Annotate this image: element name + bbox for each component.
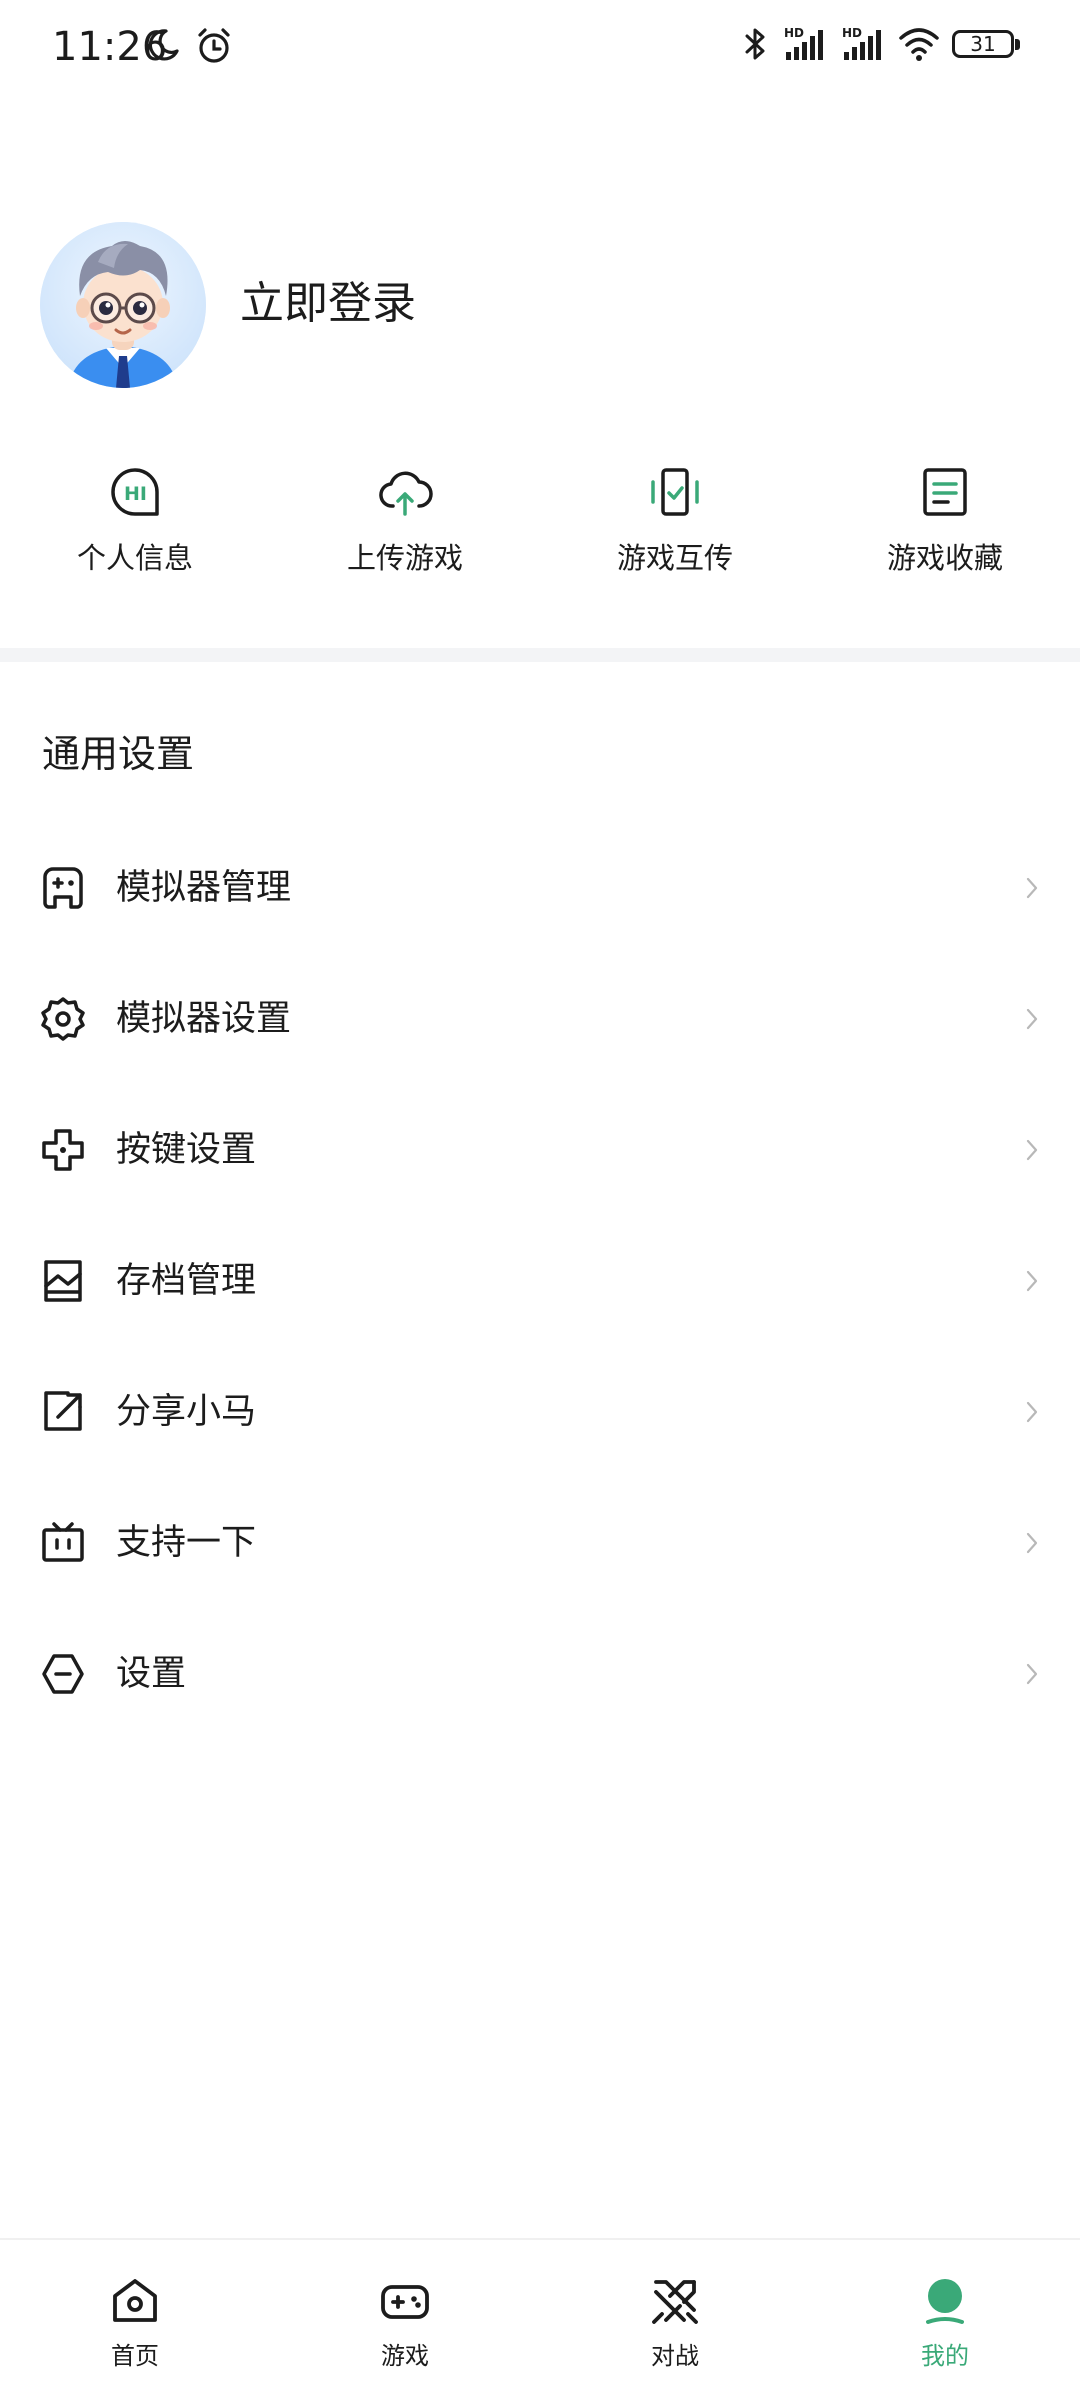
chevron-right-icon [1026, 1401, 1038, 1422]
menu-item-emulator-settings[interactable]: 模拟器设置 [0, 953, 1080, 1084]
nav-home[interactable]: 首页 [0, 2240, 270, 2402]
menu-label: 模拟器设置 [116, 998, 292, 1039]
nav-label: 我的 [921, 2342, 969, 2370]
menu-label: 存档管理 [116, 1260, 257, 1301]
dpad-icon [42, 1128, 84, 1171]
settings-hexagon-icon [42, 1653, 84, 1694]
section-title: 通用设置 [42, 732, 195, 776]
svg-text:HD: HD [784, 26, 804, 40]
battery-level: 31 [970, 32, 996, 56]
shortcut-game-favorites[interactable]: 游戏收藏 [810, 462, 1080, 612]
nav-label: 首页 [111, 2342, 159, 2370]
wifi-icon [899, 28, 939, 61]
hd-signal-icon: HD [784, 26, 823, 60]
nav-games[interactable]: 游戏 [270, 2240, 540, 2402]
settings-menu: 模拟器管理 模拟器设置 按键设置 存档管理 分享小马 支持一下 设置 [0, 822, 1080, 1739]
cloud-upload-icon [379, 471, 433, 516]
menu-item-share[interactable]: 分享小马 [0, 1346, 1080, 1477]
crossed-swords-icon [652, 2280, 698, 2324]
nav-label: 对战 [651, 2342, 699, 2370]
menu-label: 设置 [116, 1653, 187, 1694]
home-icon [113, 2279, 157, 2322]
menu-label: 支持一下 [116, 1522, 257, 1563]
phone-transfer-icon [651, 468, 699, 516]
menu-item-emulator-management[interactable]: 模拟器管理 [0, 822, 1080, 953]
shortcut-upload-game[interactable]: 上传游戏 [270, 462, 540, 612]
archive-icon [44, 1259, 82, 1302]
bluetooth-icon [745, 28, 765, 60]
menu-item-key-settings[interactable]: 按键设置 [0, 1084, 1080, 1215]
shortcut-label: 个人信息 [76, 541, 193, 575]
menu-label: 模拟器管理 [116, 867, 292, 908]
profile-icon [926, 2279, 964, 2324]
battery-icon: 31 [952, 30, 1020, 58]
share-icon [44, 1390, 82, 1431]
menu-item-support[interactable]: 支持一下 [0, 1477, 1080, 1608]
chevron-right-icon [1026, 1139, 1038, 1160]
shortcut-game-transfer[interactable]: 游戏互传 [540, 462, 810, 612]
svg-text:HI: HI [124, 483, 147, 505]
bottom-nav: 首页 游戏 对战 我的 [0, 2238, 1080, 2402]
chevron-right-icon [1026, 1532, 1038, 1553]
menu-item-save-management[interactable]: 存档管理 [0, 1215, 1080, 1346]
svg-text:HD: HD [842, 26, 862, 40]
menu-item-settings[interactable]: 设置 [0, 1608, 1080, 1739]
alarm-icon [198, 28, 230, 63]
moon-icon [148, 29, 179, 61]
nav-battle[interactable]: 对战 [540, 2240, 810, 2402]
nav-label: 游戏 [381, 2342, 429, 2370]
tv-icon [42, 1521, 84, 1562]
hi-chat-bubble-icon: HI [111, 468, 159, 516]
status-bar: 11:26 HD HD 31 [0, 0, 1080, 96]
gamepad-icon [43, 866, 83, 909]
shortcut-label: 游戏收藏 [886, 541, 1003, 575]
section-divider [0, 648, 1080, 662]
chevron-right-icon [1026, 877, 1038, 898]
shortcut-row: HI 个人信息 上传游戏 游戏互传 游戏收藏 [0, 462, 1080, 612]
chevron-right-icon [1026, 1663, 1038, 1684]
gear-icon [41, 996, 85, 1041]
gamepad-icon [381, 2285, 429, 2319]
menu-label: 分享小马 [116, 1391, 257, 1432]
document-list-icon [923, 468, 967, 516]
nav-mine[interactable]: 我的 [810, 2240, 1080, 2402]
hd-signal-icon: HD [842, 26, 881, 60]
shortcut-personal-info[interactable]: HI 个人信息 [0, 462, 270, 612]
chevron-right-icon [1026, 1008, 1038, 1029]
chevron-right-icon [1026, 1270, 1038, 1291]
shortcut-label: 游戏互传 [616, 541, 733, 575]
cartoon-avatar-icon [40, 222, 206, 388]
menu-label: 按键设置 [116, 1129, 257, 1170]
avatar[interactable] [40, 222, 206, 388]
login-button[interactable]: 立即登录 [240, 276, 416, 332]
shortcut-label: 上传游戏 [346, 541, 463, 575]
